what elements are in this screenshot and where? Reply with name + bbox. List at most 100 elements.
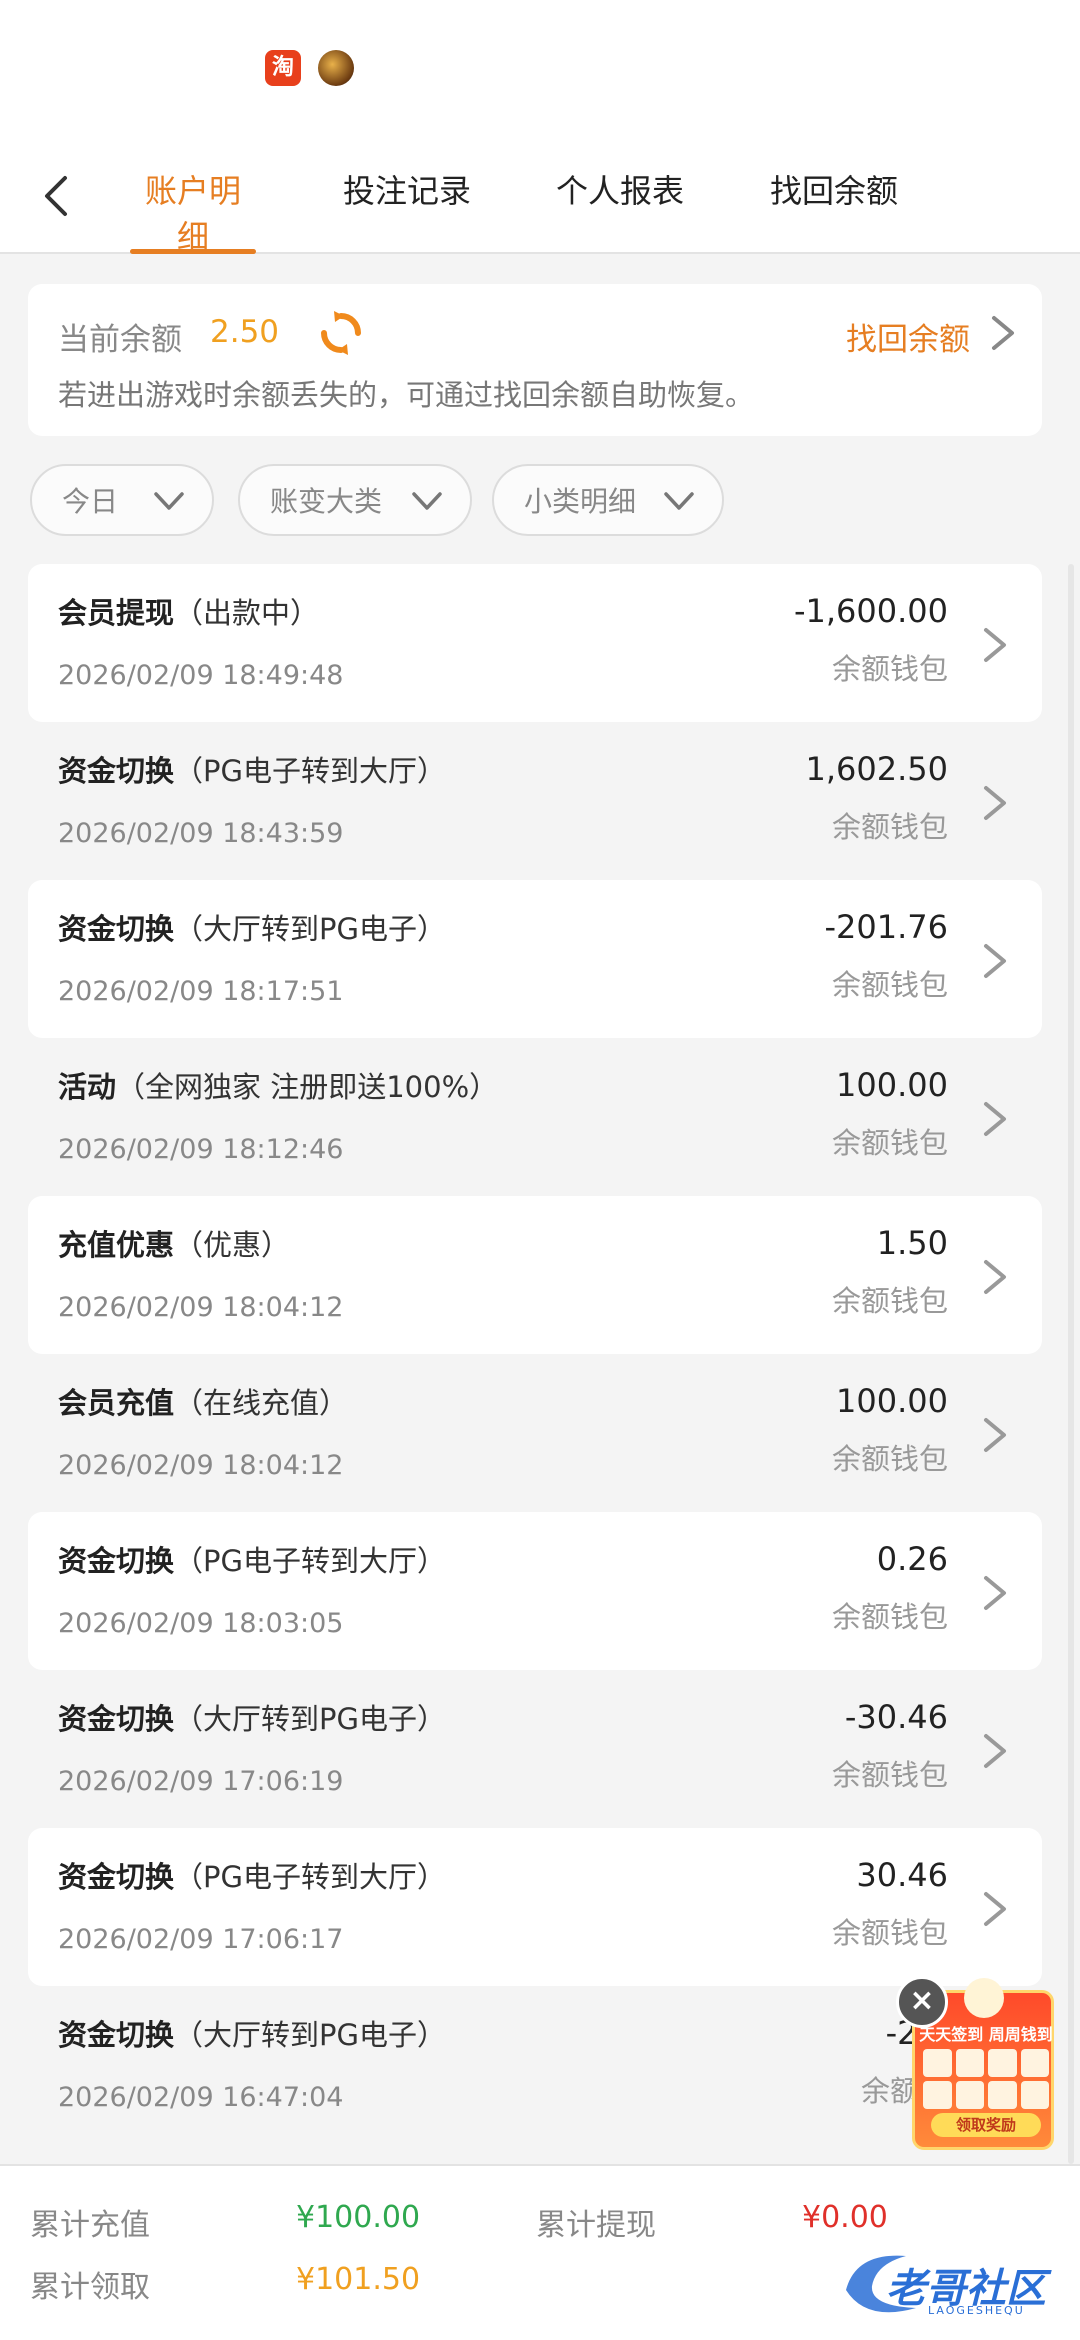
record-amount: -1,600.00 [793, 592, 948, 630]
status-bar: 淘 [0, 0, 1080, 140]
promo-claim-button[interactable]: 领取奖励 [931, 2113, 1041, 2137]
record-amount: -201.76 [824, 908, 948, 946]
chevron-right-icon [984, 786, 1006, 820]
record-row[interactable]: 资金切换（大厅转到PG电子）2026/02/09 16:47:04-25.余额钱 [28, 1986, 1042, 2144]
record-wallet: 余额钱包 [831, 652, 948, 686]
record-amount: 1.50 [876, 1224, 948, 1262]
record-type: 充值优惠 [58, 1228, 175, 1262]
record-title: 资金切换（PG电子转到大厅） [58, 1538, 446, 1580]
watermark-logo: 老哥社区 LAOGESHEQU [836, 2236, 1076, 2326]
filter-subcategory-dropdown[interactable]: 小类明细 [492, 464, 724, 536]
top-nav: 账户明细 投注记录 个人报表 找回余额 [0, 140, 1080, 256]
record-time: 2026/02/09 18:04:12 [58, 1450, 344, 1481]
record-row[interactable]: 资金切换（PG电子转到大厅） 2026/02/09 18:43:59 1,602.5… [28, 722, 1042, 880]
record-time: 2026/02/09 18:49:48 [58, 660, 344, 691]
chevron-right-icon [984, 628, 1006, 662]
record-wallet: 余额钱包 [831, 1600, 948, 1634]
record-title: 资金切换（大厅转到PG电子） [58, 906, 446, 948]
record-time: 2026/02/09 17:06:17 [58, 1924, 344, 1955]
balance-hint: 若进出游戏时余额丢失的，可通过找回余额自助恢复。 [58, 378, 755, 412]
chevron-right-icon [984, 1102, 1006, 1136]
chevron-left-icon [45, 176, 67, 216]
promo-days-grid [923, 2049, 1049, 2109]
record-wallet: 余额钱包 [831, 1916, 948, 1950]
total-claim-label: 累计领取 [30, 2270, 150, 2305]
close-icon[interactable]: × [896, 1976, 948, 2028]
balance-value: 2.50 [210, 314, 280, 350]
total-deposit-value: ¥100.00 [296, 2200, 421, 2235]
record-type: 会员提现 [58, 596, 175, 630]
record-row[interactable]: 资金切换（大厅转到PG电子） 2026/02/09 18:17:51 -201.76… [28, 880, 1042, 1038]
record-title: 资金切换（PG电子转到大厅） [58, 748, 446, 790]
game-icon [318, 50, 354, 86]
back-button[interactable] [24, 164, 88, 228]
filter-category-dropdown[interactable]: 账变大类 [238, 464, 472, 536]
tab-recover-balance[interactable]: 找回余额 [770, 166, 898, 254]
record-title: 资金切换（大厅转到PG电子） [58, 2012, 446, 2054]
recover-balance-link[interactable]: 找回余额 [846, 314, 970, 359]
check-icon [964, 1978, 1004, 2018]
record-wallet: 余额钱包 [831, 1126, 948, 1160]
record-subtype: （出款中） [174, 596, 320, 630]
record-row[interactable]: 活动（全网独家 注册即送100%） 2026/02/09 18:12:46 100.… [28, 1038, 1042, 1196]
record-type: 会员充值 [58, 1386, 175, 1420]
record-title: 会员提现（出款中） [58, 590, 319, 632]
records-list[interactable]: 会员提现（出款中） 2026/02/09 18:49:48 -1,600.00 余额钱… [28, 564, 1042, 2164]
record-amount: 100.00 [836, 1066, 948, 1104]
record-time: 2026/02/09 17:06:19 [58, 1766, 344, 1797]
record-wallet: 余额钱包 [831, 1442, 948, 1476]
record-amount: -30.46 [844, 1698, 948, 1736]
filter-category-label: 账变大类 [270, 485, 383, 518]
record-subtype: （PG电子转到大厅） [174, 1860, 446, 1894]
chevron-right-icon[interactable] [982, 310, 1022, 356]
record-title: 充值优惠（优惠） [58, 1222, 290, 1264]
record-amount: 0.26 [876, 1540, 948, 1578]
total-withdraw-label: 累计提现 [536, 2208, 656, 2243]
record-row[interactable]: 会员提现（出款中） 2026/02/09 18:49:48 -1,600.00 余额钱… [28, 564, 1042, 722]
chevron-right-icon [984, 1260, 1006, 1294]
record-wallet: 余额钱包 [831, 1284, 948, 1318]
record-subtype: （优惠） [174, 1228, 291, 1262]
record-type: 资金切换 [58, 1544, 175, 1578]
chevron-right-icon [984, 1892, 1006, 1926]
record-type: 资金切换 [58, 912, 175, 946]
refresh-icon[interactable] [318, 310, 364, 356]
total-withdraw-value: ¥0.00 [802, 2200, 888, 2235]
record-row[interactable]: 资金切换（PG电子转到大厅） 2026/02/09 17:06:17 30.46 余额… [28, 1828, 1042, 1986]
record-time: 2026/02/09 18:03:05 [58, 1608, 344, 1639]
record-wallet: 余额钱包 [831, 1758, 948, 1792]
record-row[interactable]: 资金切换（PG电子转到大厅） 2026/02/09 18:03:05 0.26 余额钱… [28, 1512, 1042, 1670]
record-subtype: （PG电子转到大厅） [174, 754, 446, 788]
tab-account-detail[interactable]: 账户明细 [130, 166, 256, 256]
filter-subcategory-label: 小类明细 [524, 485, 637, 518]
record-wallet: 余额钱包 [831, 810, 948, 844]
record-type: 资金切换 [58, 754, 175, 788]
record-title: 会员充值（在线充值） [58, 1380, 348, 1422]
chevron-down-icon [664, 492, 694, 510]
record-subtype: （全网独家 注册即送100%） [116, 1070, 499, 1104]
record-time: 2026/02/09 16:47:04 [58, 2082, 344, 2113]
record-row[interactable]: 充值优惠（优惠） 2026/02/09 18:04:12 1.50 余额钱包 [28, 1196, 1042, 1354]
record-amount: 100.00 [836, 1382, 948, 1420]
total-deposit-label: 累计充值 [30, 2208, 150, 2243]
record-type: 资金切换 [58, 1702, 175, 1736]
record-time: 2026/02/09 18:04:12 [58, 1292, 344, 1323]
record-row[interactable]: 会员充值（在线充值） 2026/02/09 18:04:12 100.00 余额钱包 [28, 1354, 1042, 1512]
tab-personal-report[interactable]: 个人报表 [556, 166, 684, 254]
record-amount: 1,602.50 [805, 750, 949, 788]
record-subtype: （大厅转到PG电子） [174, 1702, 446, 1736]
chevron-right-icon [984, 1576, 1006, 1610]
chevron-right-icon [984, 944, 1006, 978]
record-row[interactable]: 资金切换（大厅转到PG电子） 2026/02/09 17:06:19 -30.46 余… [28, 1670, 1042, 1828]
record-subtype: （PG电子转到大厅） [174, 1544, 446, 1578]
filter-date-dropdown[interactable]: 今日 [30, 464, 214, 536]
record-wallet: 余额钱包 [831, 968, 948, 1002]
promo-title: 天天签到 周周钱到 [919, 2025, 1053, 2044]
record-type: 资金切换 [58, 2018, 175, 2052]
record-time: 2026/02/09 18:17:51 [58, 976, 344, 1007]
tab-bet-records[interactable]: 投注记录 [343, 166, 471, 254]
chevron-down-icon [154, 492, 184, 510]
chevron-right-icon [984, 1734, 1006, 1768]
scrollbar[interactable] [1068, 564, 1074, 2164]
chevron-right-icon [984, 1418, 1006, 1452]
